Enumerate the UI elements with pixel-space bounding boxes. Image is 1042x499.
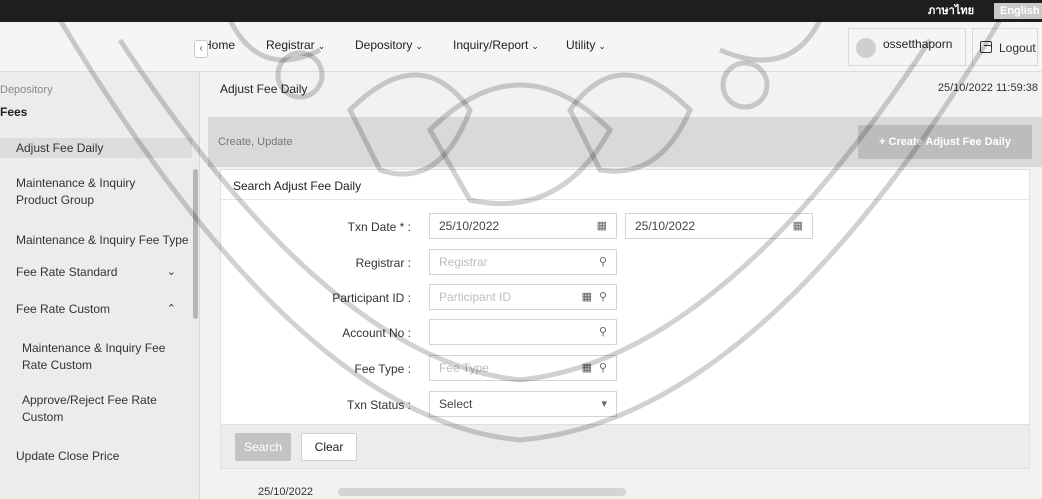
search-icon[interactable]: ⚲ (599, 250, 607, 274)
sidebar-item-label: Update Close Price (16, 449, 120, 463)
txn-status-label: Txn Status : (346, 398, 411, 412)
sidebar-item-label: Fee Rate Custom (16, 302, 111, 316)
search-icon[interactable]: ⚲ (599, 320, 607, 344)
timestamp: 25/10/2022 11:59:38 (937, 82, 1038, 94)
collapse-sidebar-icon[interactable]: ‹ (194, 40, 208, 58)
sidebar-item-adjust-fee-daily[interactable]: Adjust Fee Daily (0, 138, 192, 158)
avatar (856, 38, 876, 58)
txn-date-to-value: 25/10/2022 (635, 219, 696, 233)
txn-status-select[interactable]: Select ▾ (429, 391, 617, 417)
nav-inquiry-report-label: Inquiry/Report (453, 38, 529, 52)
user-menu[interactable]: ossetthaporn (848, 28, 966, 66)
sidebar-item-label: Maintenance & Inquiry Product Group (16, 176, 136, 207)
account-no-input[interactable]: ⚲ (429, 319, 617, 345)
language-english[interactable]: English (994, 3, 1042, 19)
chevron-up-icon: ⌃ (166, 303, 176, 315)
chevron-down-icon: ⌄ (317, 41, 326, 51)
lookup-table-icon[interactable]: ▦ (582, 356, 592, 380)
registrar-placeholder: Registrar (439, 255, 488, 269)
top-strip: ภาษาไทย English (0, 0, 1042, 22)
sidebar-item-label: Maintenance & Inquiry Fee Type (16, 233, 189, 247)
sidebar-item-fee-rate-standard[interactable]: Fee Rate Standard ⌄ (0, 264, 192, 281)
logout-icon (980, 41, 992, 53)
sidebar-item-maintenance-fee-rate-custom[interactable]: Maintenance & Inquiry Fee Rate Custom (0, 340, 176, 374)
page-title: Adjust Fee Daily (220, 82, 308, 96)
registrar-label: Registrar : (355, 256, 411, 270)
horizontal-scrollbar[interactable] (338, 488, 626, 496)
chevron-down-icon: ⌄ (415, 41, 423, 51)
txn-date-to-input[interactable]: 25/10/2022 ▦ (625, 213, 813, 239)
txn-status-value: Select (439, 397, 473, 411)
nav-depository[interactable]: Depository ⌄ (355, 38, 423, 52)
sidebar-item-fee-rate-custom[interactable]: Fee Rate Custom ⌃ (0, 301, 192, 318)
user-name: ossetthaporn (883, 37, 953, 51)
sidebar-item-approve-reject-fee-rate-custom[interactable]: Approve/Reject Fee Rate Custom (0, 392, 170, 426)
search-button[interactable]: Search (235, 433, 291, 461)
fee-type-placeholder: Fee Type (439, 361, 489, 375)
sidebar-title: Fees (0, 105, 28, 119)
nav-inquiry-report[interactable]: Inquiry/Report ⌄ (453, 38, 539, 52)
sidebar-item-label: Fee Rate Standard (16, 265, 118, 279)
sidebar: Depository Fees Adjust Fee Daily Mainten… (0, 72, 200, 499)
logout-button[interactable]: Logout (972, 28, 1038, 66)
lookup-table-icon[interactable]: ▦ (582, 285, 592, 309)
account-no-label: Account No : (342, 326, 411, 340)
calendar-icon[interactable]: ▦ (597, 214, 607, 238)
language-thai[interactable]: ภาษาไทย (922, 3, 980, 19)
main-navbar: Home Registrar ⌄ Depository ⌄ Inquiry/Repo… (0, 22, 1042, 72)
panel-title: Search Adjust Fee Daily (233, 179, 362, 193)
fee-type-input[interactable]: Fee Type ▦ ⚲ (429, 355, 617, 381)
txn-date-label: Txn Date * : (347, 220, 411, 234)
nav-depository-label: Depository (355, 38, 413, 52)
sidebar-item-label: Maintenance & Inquiry Fee Rate Custom (22, 341, 166, 372)
search-panel: Search Adjust Fee Daily Txn Date * : 25/… (220, 169, 1030, 469)
form-button-bar: Search Clear (221, 424, 1029, 468)
registrar-input[interactable]: Registrar ⚲ (429, 249, 617, 275)
clear-button[interactable]: Clear (301, 433, 357, 461)
sidebar-item-label: Adjust Fee Daily (16, 141, 104, 155)
action-label: Create, Update (218, 136, 293, 148)
sidebar-item-fee-type[interactable]: Maintenance & Inquiry Fee Type (0, 232, 192, 249)
participant-id-placeholder: Participant ID (439, 290, 512, 304)
txn-date-from-input[interactable]: 25/10/2022 ▦ (429, 213, 617, 239)
search-icon[interactable]: ⚲ (599, 285, 607, 309)
nav-registrar-label: Registrar (266, 38, 315, 52)
fee-type-label: Fee Type : (354, 362, 411, 376)
footer-date: 25/10/2022 (258, 486, 314, 498)
sidebar-scrollbar[interactable] (193, 169, 198, 319)
calendar-icon[interactable]: ▦ (793, 214, 803, 238)
txn-date-from-value: 25/10/2022 (439, 219, 500, 233)
nav-utility-label: Utility (566, 38, 596, 52)
panel-header: Search Adjust Fee Daily (221, 170, 1029, 200)
search-icon[interactable]: ⚲ (599, 356, 607, 380)
logout-label: Logout (999, 41, 1036, 55)
caret-down-icon: ▾ (601, 398, 607, 410)
chevron-down-icon: ⌄ (598, 41, 606, 51)
sidebar-item-label: Approve/Reject Fee Rate Custom (22, 393, 157, 424)
action-bar: Create, Update + Create Adjust Fee Daily (208, 117, 1042, 167)
sidebar-item-product-group[interactable]: Maintenance & Inquiry Product Group (0, 175, 180, 209)
sidebar-item-update-close-price[interactable]: Update Close Price (0, 448, 192, 465)
main-content: Adjust Fee Daily 25/10/2022 11:59:38 Cre… (208, 72, 1042, 499)
sidebar-breadcrumb: Depository (0, 84, 53, 96)
nav-utility[interactable]: Utility ⌄ (566, 38, 606, 52)
create-adjust-fee-daily-button[interactable]: + Create Adjust Fee Daily (858, 125, 1032, 159)
chevron-down-icon: ⌄ (531, 41, 539, 51)
nav-registrar[interactable]: Registrar ⌄ (266, 38, 325, 52)
chevron-down-icon: ⌄ (166, 266, 176, 278)
participant-id-input[interactable]: Participant ID ▦ ⚲ (429, 284, 617, 310)
participant-id-label: Participant ID : (332, 291, 411, 305)
